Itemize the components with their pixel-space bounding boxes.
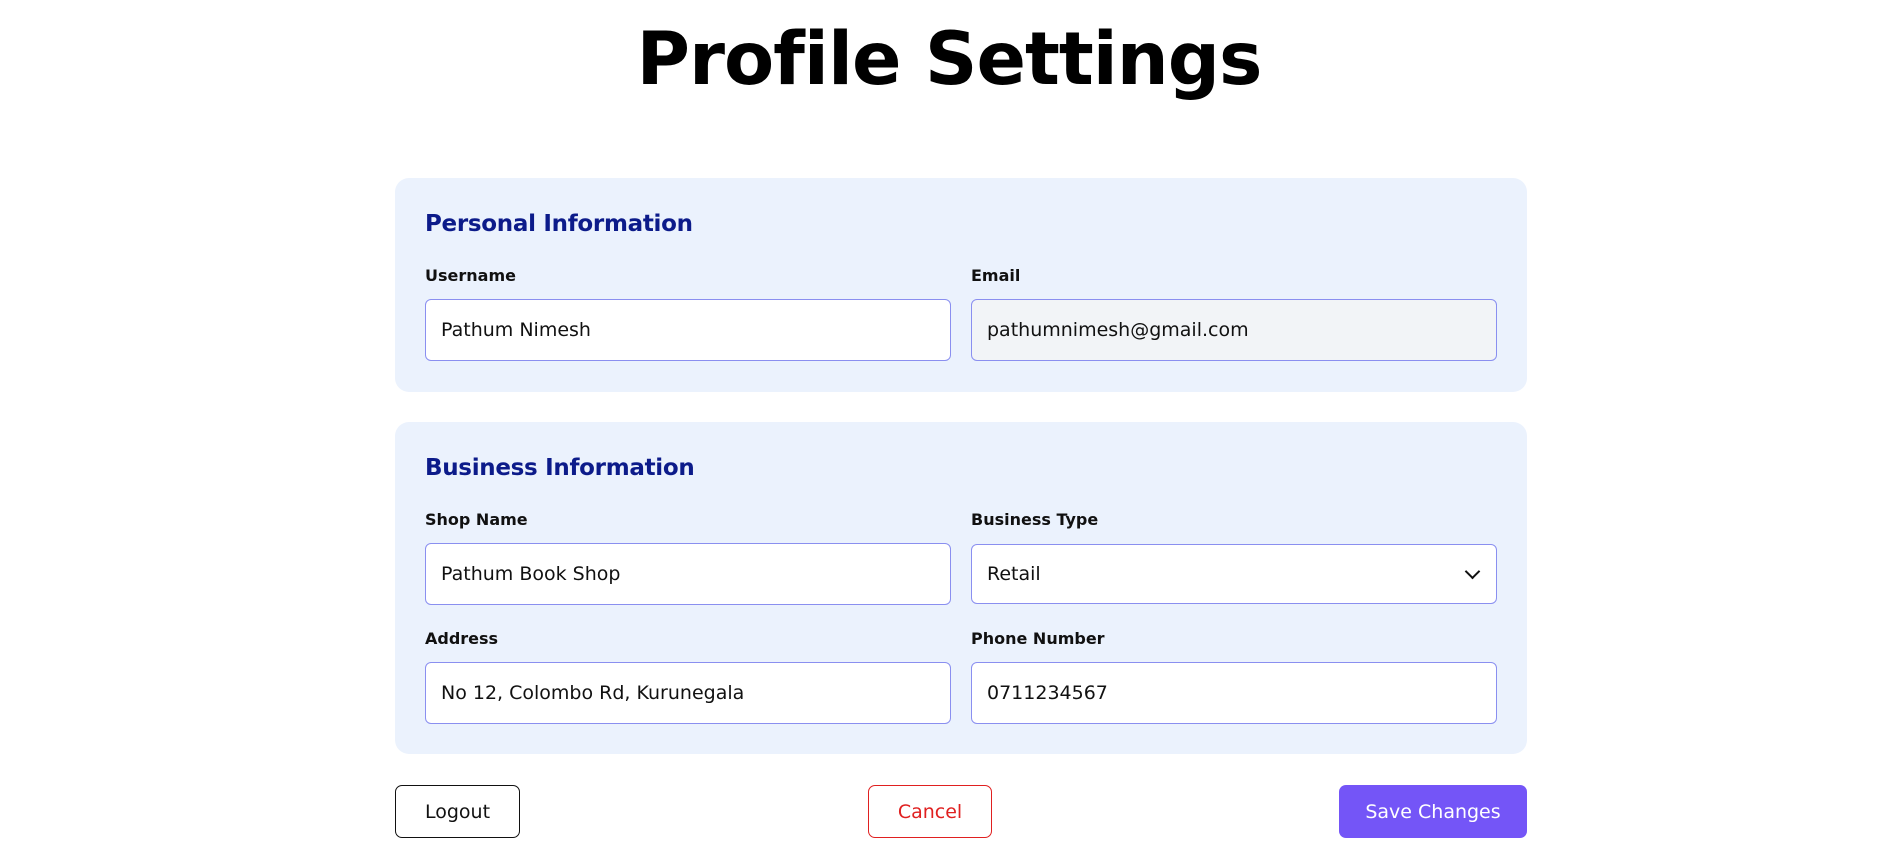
phone-number-input[interactable] (971, 662, 1497, 724)
business-type-label: Business Type (971, 510, 1099, 529)
chevron-down-icon (1464, 563, 1481, 580)
shop-name-label: Shop Name (425, 510, 528, 529)
email-label: Email (971, 266, 1021, 285)
cancel-button[interactable]: Cancel (868, 785, 992, 838)
business-information-title: Business Information (425, 455, 695, 481)
shop-name-input[interactable] (425, 543, 951, 605)
personal-information-title: Personal Information (425, 211, 693, 237)
business-type-select[interactable]: Retail (971, 544, 1497, 604)
email-input[interactable] (971, 299, 1497, 361)
page-title: Profile Settings (636, 17, 1263, 102)
save-changes-button[interactable]: Save Changes (1339, 785, 1527, 838)
phone-number-label: Phone Number (971, 629, 1105, 648)
logout-button[interactable]: Logout (395, 785, 520, 838)
address-input[interactable] (425, 662, 951, 724)
address-label: Address (425, 629, 499, 648)
business-type-value: Retail (987, 563, 1041, 585)
username-label: Username (425, 266, 516, 285)
username-input[interactable] (425, 299, 951, 361)
business-information-card: Business Information Shop Name Business … (395, 422, 1527, 754)
personal-information-card: Personal Information Username Email (395, 178, 1527, 392)
